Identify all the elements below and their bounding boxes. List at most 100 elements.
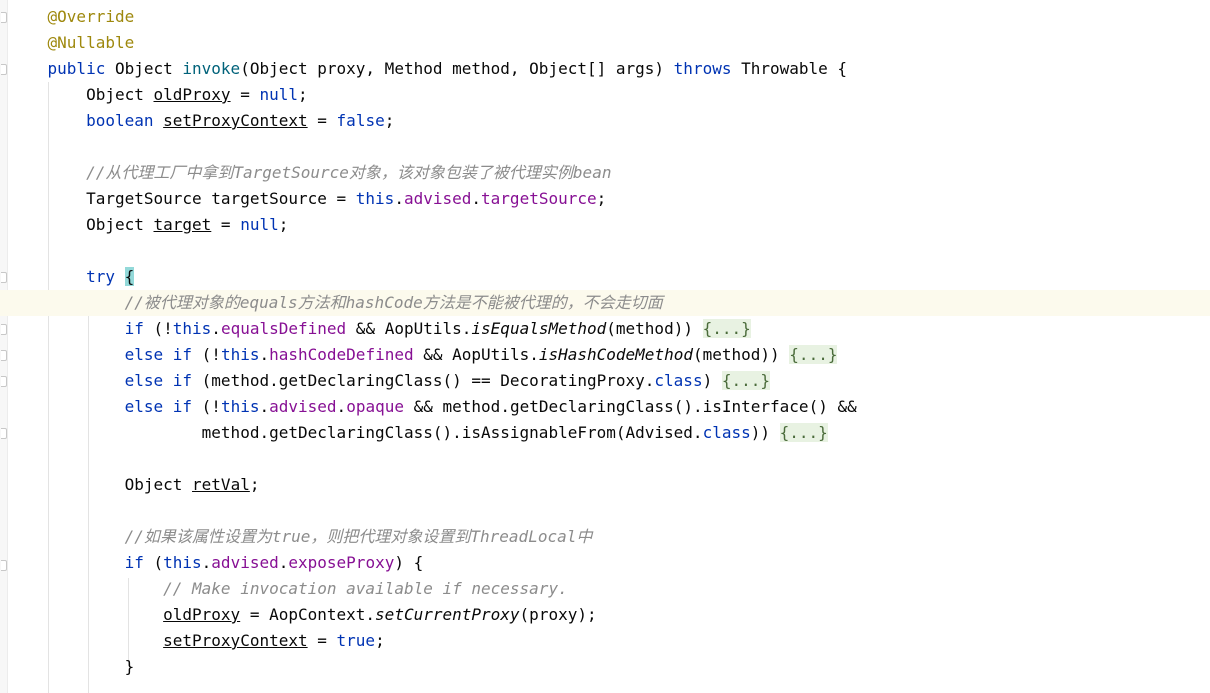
code-token: public — [47, 59, 106, 78]
code-line[interactable]: if (this.advised.exposeProxy) { — [0, 550, 1210, 576]
code-token: && method.getDeclaringClass().isInterfac… — [403, 397, 857, 416]
code-token: . — [336, 397, 347, 416]
code-token: oldProxy — [153, 85, 231, 104]
code-line[interactable]: oldProxy = AopContext.setCurrentProxy(pr… — [0, 602, 1210, 628]
code-token: ) — [702, 371, 722, 390]
code-token: = — [307, 111, 337, 130]
code-token: . — [278, 553, 289, 572]
code-token: Throwable { — [731, 59, 848, 78]
code-line[interactable] — [0, 498, 1210, 524]
code-line[interactable]: @Override — [0, 4, 1210, 30]
code-line[interactable]: Object target = null; — [0, 212, 1210, 238]
code-token: ; — [384, 111, 395, 130]
code-token: try — [86, 267, 115, 286]
code-line[interactable] — [0, 238, 1210, 264]
code-line[interactable]: else if (!this.hashCodeDefined && AopUti… — [0, 342, 1210, 368]
code-token: this — [220, 397, 260, 416]
code-token: this — [355, 189, 395, 208]
code-token: } — [9, 657, 135, 676]
code-token: . — [259, 397, 270, 416]
code-token: false — [336, 111, 385, 130]
code-token: . — [201, 553, 212, 572]
code-line[interactable]: method.getDeclaringClass().isAssignableF… — [0, 420, 1210, 446]
code-token: advised — [211, 553, 279, 572]
code-line[interactable]: else if (method.getDeclaringClass() == D… — [0, 368, 1210, 394]
code-line[interactable]: //被代理对象的equals方法和hashCode方法是不能被代理的，不会走切面 — [0, 290, 1210, 316]
code-token: . — [259, 345, 270, 364]
code-line[interactable]: Object oldProxy = null; — [0, 82, 1210, 108]
code-token: target — [153, 215, 212, 234]
code-line[interactable] — [0, 446, 1210, 472]
code-token: method.getDeclaringClass().isAssignableF… — [9, 423, 703, 442]
folded-block[interactable]: {...} — [789, 345, 838, 364]
code-line[interactable]: else if (!this.advised.opaque && method.… — [0, 394, 1210, 420]
code-token: ; — [596, 189, 607, 208]
code-token: else if — [124, 371, 193, 390]
folded-block[interactable]: {...} — [721, 371, 771, 390]
code-token: null — [259, 85, 298, 104]
code-line[interactable]: @Nullable — [0, 30, 1210, 56]
code-line[interactable]: // Make invocation available if necessar… — [0, 576, 1210, 602]
code-token: . — [471, 189, 482, 208]
code-line[interactable]: //从代理工厂中拿到TargetSource对象，该对象包装了被代理实例bean — [0, 160, 1210, 186]
code-line[interactable]: public Object invoke(Object proxy, Metho… — [0, 56, 1210, 82]
code-token: this — [172, 319, 212, 338]
code-token: invoke — [182, 59, 241, 78]
code-token: hashCodeDefined — [269, 345, 414, 364]
code-line[interactable]: Object retVal; — [0, 472, 1210, 498]
code-line[interactable] — [0, 134, 1210, 160]
code-token: (! — [192, 345, 221, 364]
code-line[interactable]: try { — [0, 264, 1210, 290]
code-token: boolean — [86, 111, 154, 130]
code-token: advised — [403, 189, 472, 208]
code-token: exposeProxy — [288, 553, 395, 572]
code-token: && AopUtils. — [413, 345, 539, 364]
code-token: setCurrentProxy — [375, 605, 520, 624]
code-token: . — [211, 319, 221, 338]
code-token: oldProxy — [163, 605, 241, 624]
code-token: isEqualsMethod — [471, 319, 607, 338]
code-token: @Nullable — [47, 33, 135, 52]
code-line[interactable]: boolean setProxyContext = false; — [0, 108, 1210, 134]
code-token: (method)) — [692, 345, 790, 364]
code-line[interactable]: TargetSource targetSource = this.advised… — [0, 186, 1210, 212]
code-token: = AopContext. — [240, 605, 376, 624]
code-token: if — [124, 553, 144, 572]
code-token: retVal — [192, 475, 250, 494]
code-token: setProxyContext — [163, 111, 308, 130]
code-token: throws — [673, 59, 732, 78]
code-comment: // Make invocation available if necessar… — [163, 579, 568, 598]
code-token: ; — [249, 475, 260, 494]
code-token: = — [211, 215, 241, 234]
folded-block[interactable]: {...} — [779, 423, 828, 442]
code-line[interactable]: } — [0, 654, 1210, 680]
folded-block[interactable]: {...} — [702, 319, 751, 338]
code-line[interactable]: if (!this.equalsDefined && AopUtils.isEq… — [0, 316, 1210, 342]
code-token: advised — [269, 397, 337, 416]
code-token: (proxy); — [519, 605, 597, 624]
code-line[interactable]: setProxyContext = true; — [0, 628, 1210, 654]
code-comment: //被代理对象的equals方法和hashCode方法是不能被代理的，不会走切面 — [124, 293, 663, 312]
code-line[interactable]: //如果该属性设置为true，则把代理对象设置到ThreadLocal中 — [0, 524, 1210, 550]
code-token: else if — [124, 397, 193, 416]
code-token: Object — [105, 59, 183, 78]
code-token: ( — [143, 553, 164, 572]
code-token: setProxyContext — [163, 631, 308, 650]
code-token: true — [336, 631, 376, 650]
